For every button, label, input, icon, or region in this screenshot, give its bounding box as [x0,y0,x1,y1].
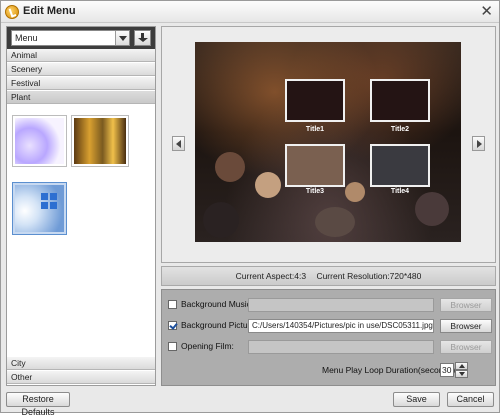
opening-film-checkbox[interactable] [168,342,177,351]
stepper-down-icon[interactable] [455,370,468,378]
stepper-up-icon[interactable] [455,362,468,370]
category-city[interactable]: City [7,357,155,370]
window-title: Edit Menu [23,5,76,17]
template-toolbar: Menu [7,27,155,49]
background-music-label: Background Music: [181,299,254,309]
template-thumbnail-selected[interactable] [12,182,67,235]
app-logo-icon [5,5,19,19]
opening-film-browse-button[interactable]: Browser [440,340,492,354]
chevron-down-icon[interactable] [115,31,129,45]
template-thumbnail-image [15,118,64,164]
restore-defaults-button[interactable]: Restore Defaults [6,392,70,417]
current-aspect: Current Aspect:4:3 [235,271,307,281]
menu-preview: Title1 Title2 Title3 Title4 [161,26,496,263]
background-music-field[interactable] [248,298,434,312]
title-label-1: Title1 [305,126,325,133]
background-picture-checkbox[interactable] [168,321,177,330]
category-scenery[interactable]: Scenery [7,63,155,76]
close-icon[interactable]: ✕ [480,3,493,19]
title-thumbnail-2[interactable] [370,79,430,122]
background-music-checkbox[interactable] [168,300,177,309]
loop-duration-input[interactable]: 30 [440,363,454,377]
current-resolution: Current Resolution:720*480 [316,271,422,281]
title-thumbnail-1[interactable] [285,79,345,122]
opening-film-label: Opening Film: [181,341,234,351]
title-label-4: Title4 [390,188,410,195]
loop-duration-stepper [455,362,468,378]
prev-page-button[interactable] [172,136,185,151]
category-other[interactable]: Other [7,371,155,384]
background-music-browse-button[interactable]: Browser [440,298,492,312]
template-thumbnail[interactable] [12,115,67,167]
template-thumbnail[interactable] [71,115,129,167]
template-panel: Menu Animal Scenery Festival Plant City … [6,26,156,386]
template-type-select[interactable]: Menu [11,30,130,46]
background-picture-browse-button[interactable]: Browser [440,319,492,333]
title-thumbnail-3[interactable] [285,144,345,187]
download-icon[interactable] [134,30,151,46]
title-thumbnail-4[interactable] [370,144,430,187]
title-label-3: Title3 [305,188,325,195]
template-thumbnail-image [74,118,126,164]
template-thumbnail-image [15,185,64,232]
background-picture-field[interactable]: C:/Users/140354/Pictures/pic in use/DSC0… [248,319,434,333]
opening-film-row: Opening Film: Browser [168,340,493,354]
background-picture-label: Background Picture: [181,320,258,330]
cancel-button[interactable]: Cancel [447,392,494,407]
background-picture-row: Background Picture: C:/Users/140354/Pict… [168,319,493,333]
loop-duration-label: Menu Play Loop Duration(seconds): [322,365,458,375]
resolution-info-bar: Current Aspect:4:3 Current Resolution:72… [161,266,496,286]
category-plant[interactable]: Plant [7,91,155,104]
save-button[interactable]: Save [393,392,440,407]
opening-film-field[interactable] [248,340,434,354]
category-festival[interactable]: Festival [7,77,155,90]
preview-background-image: Title1 Title2 Title3 Title4 [195,42,461,242]
next-page-button[interactable] [472,136,485,151]
title-label-2: Title2 [390,126,410,133]
background-music-row: Background Music: Browser [168,298,493,312]
title-bar: Edit Menu ✕ [1,1,499,23]
category-animal[interactable]: Animal [7,49,155,62]
settings-panel: Background Music: Browser Background Pic… [161,289,496,386]
edit-menu-window: Edit Menu ✕ Menu Animal Scenery Festival… [0,0,500,417]
template-type-value: Menu [15,33,38,43]
